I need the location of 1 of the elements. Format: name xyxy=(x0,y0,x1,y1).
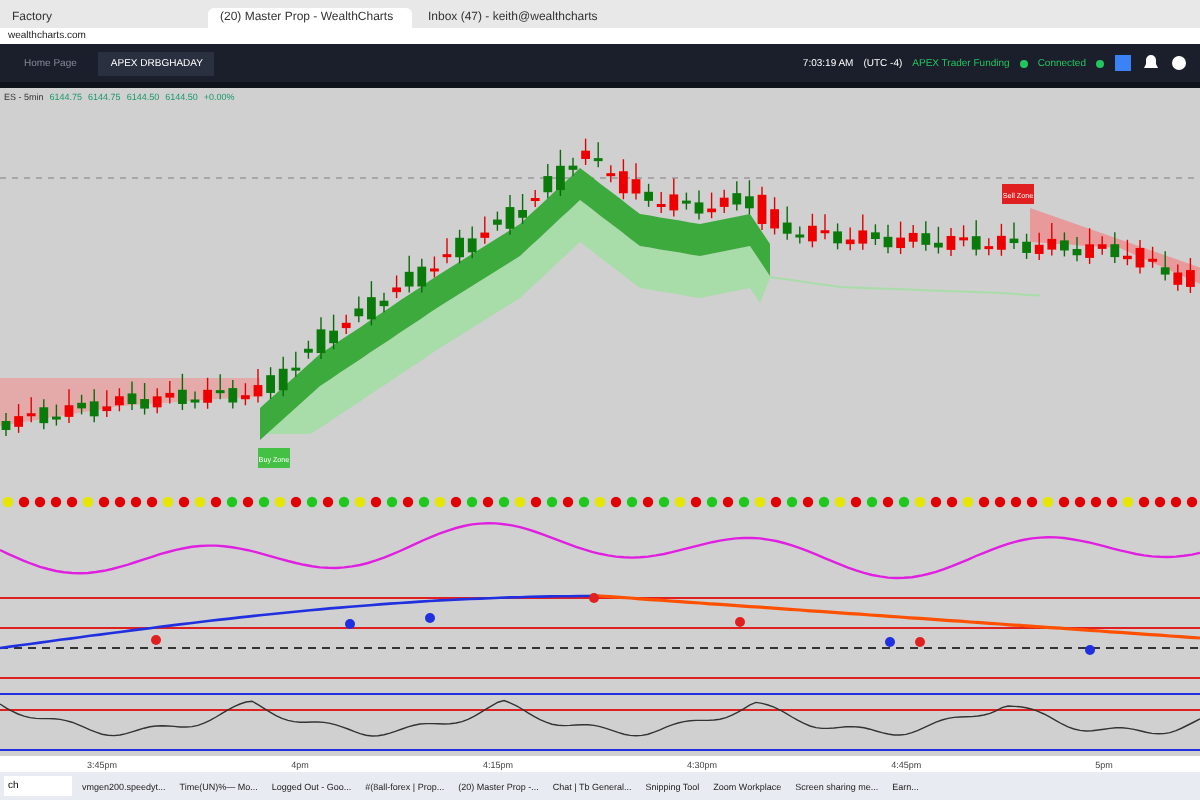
bell-icon[interactable] xyxy=(1142,54,1160,72)
